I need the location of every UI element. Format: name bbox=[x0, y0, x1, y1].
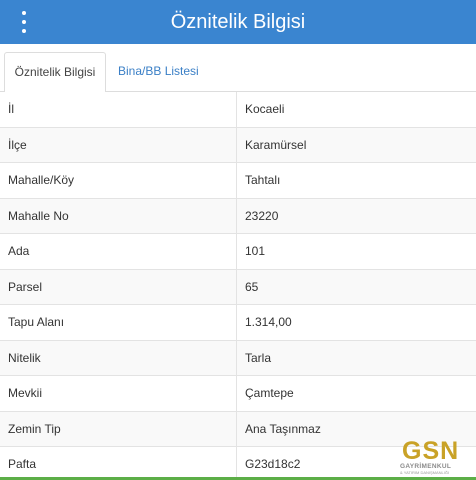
column-divider bbox=[236, 163, 237, 198]
tab-bar: Öznitelik Bilgisi Bina/BB Listesi bbox=[0, 44, 476, 93]
table-row: Mevkii Çamtepe bbox=[0, 376, 476, 412]
row-value: 65 bbox=[245, 279, 259, 294]
table-row: Tapu Alanı 1.314,00 bbox=[0, 305, 476, 341]
row-value: 23220 bbox=[245, 208, 279, 223]
column-divider bbox=[236, 198, 237, 233]
row-label: Nitelik bbox=[8, 350, 41, 365]
table-row: İlçe Karamürsel bbox=[0, 127, 476, 163]
column-divider bbox=[236, 447, 237, 480]
logo-subtitle: GAYRİMENKUL bbox=[400, 463, 452, 470]
table-row: Nitelik Tarla bbox=[0, 340, 476, 376]
row-label: Mahalle/Köy bbox=[8, 173, 75, 187]
row-label: Zemin Tip bbox=[8, 421, 61, 436]
logo-brand: GSN bbox=[402, 437, 460, 465]
column-divider bbox=[236, 340, 237, 375]
row-value: Çamtepe bbox=[245, 386, 294, 400]
column-divider bbox=[236, 411, 237, 446]
logo-tagline: & YATIRIM DANIŞMANLIĞI bbox=[400, 470, 450, 475]
column-divider bbox=[236, 127, 237, 162]
row-label: Mevkii bbox=[8, 386, 43, 400]
row-value: Tarla bbox=[245, 350, 272, 365]
tab-building-list[interactable]: Bina/BB Listesi bbox=[110, 52, 207, 93]
table-row: İl Kocaeli bbox=[0, 92, 476, 128]
column-divider bbox=[236, 376, 237, 411]
app-header: Öznitelik Bilgisi bbox=[0, 0, 476, 44]
row-label: Pafta bbox=[8, 457, 37, 471]
column-divider bbox=[236, 234, 237, 269]
row-label: Tapu Alanı bbox=[8, 315, 65, 329]
column-divider bbox=[236, 305, 237, 340]
page-title: Öznitelik Bilgisi bbox=[170, 11, 306, 33]
row-value: Karamürsel bbox=[245, 137, 307, 152]
table-row: Mahalle/Köy Tahtalı bbox=[0, 163, 476, 199]
tab-attribute-info[interactable]: Öznitelik Bilgisi bbox=[4, 52, 106, 93]
table-row: Parsel 65 bbox=[0, 269, 476, 305]
row-label: İlçe bbox=[8, 137, 27, 152]
table-row: Mahalle No 23220 bbox=[0, 198, 476, 234]
row-label: İl bbox=[8, 102, 14, 116]
row-value: 101 bbox=[245, 244, 266, 258]
row-value: 1.314,00 bbox=[245, 315, 292, 329]
row-label: Ada bbox=[8, 244, 30, 258]
row-value: Tahtalı bbox=[245, 173, 281, 187]
gsn-watermark-logo: GSN GAYRİMENKUL & YATIRIM DANIŞMANLIĞI bbox=[398, 438, 472, 476]
column-divider bbox=[236, 269, 237, 304]
column-divider bbox=[236, 92, 237, 127]
table-row: Ada 101 bbox=[0, 234, 476, 270]
row-label: Mahalle No bbox=[8, 208, 69, 223]
row-value: Kocaeli bbox=[245, 102, 285, 116]
attribute-table: İl Kocaeli İlçe Karamürsel Mahalle/Köy T… bbox=[0, 92, 476, 480]
row-label: Parsel bbox=[8, 279, 43, 294]
